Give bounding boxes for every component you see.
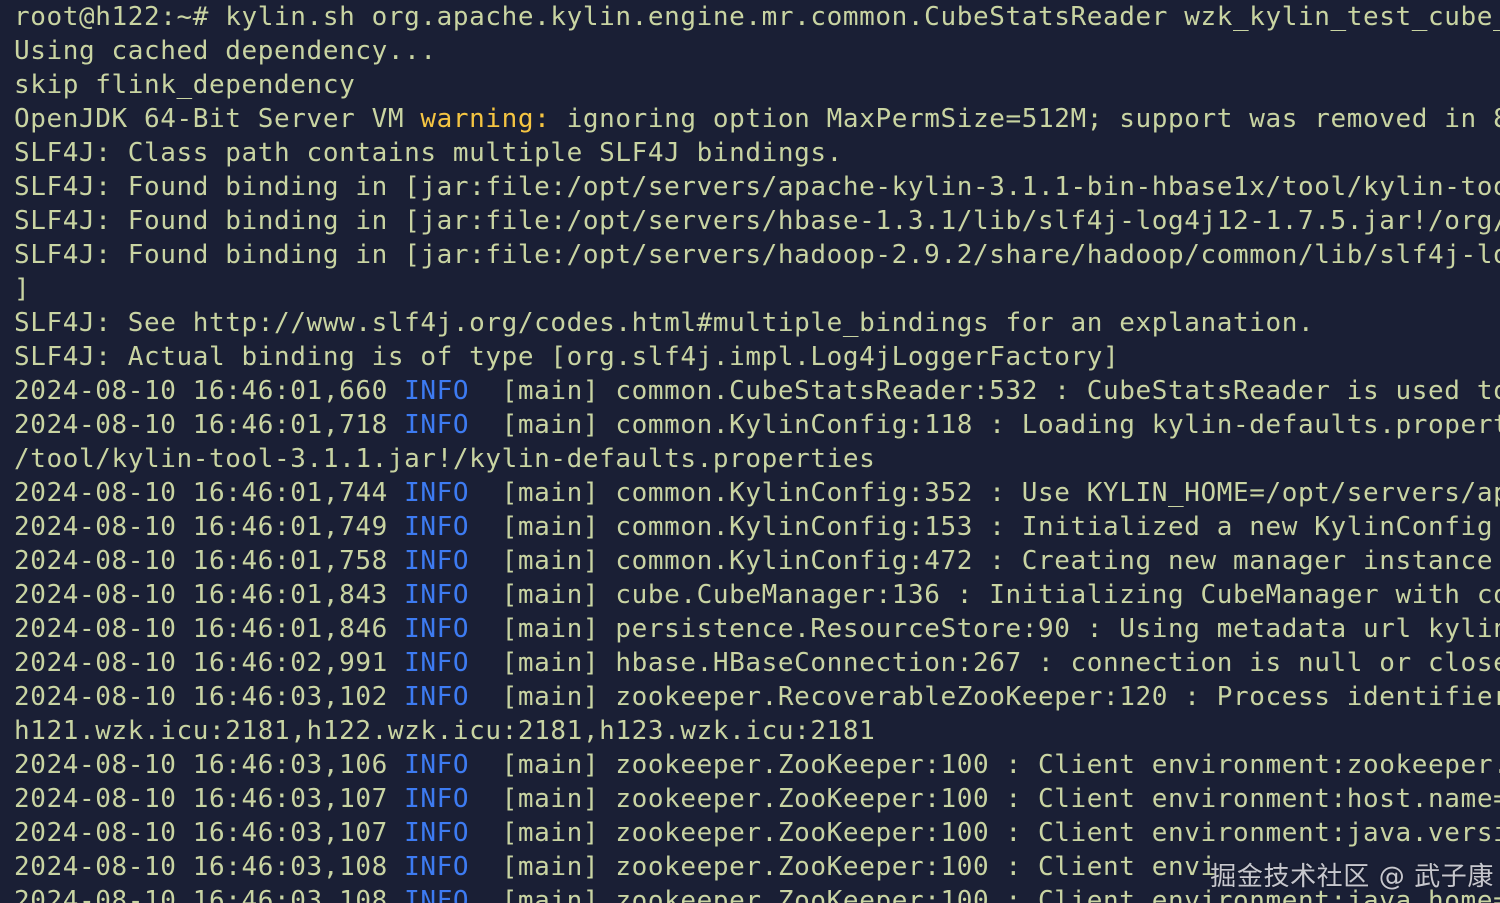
terminal-line: 2024-08-10 16:46:01,718 INFO [main] comm…: [14, 408, 1500, 442]
terminal-line: SLF4J: Actual binding is of type [org.sl…: [14, 340, 1119, 374]
terminal-line: 2024-08-10 16:46:01,843 INFO [main] cube…: [14, 578, 1500, 612]
terminal-text: 2024-08-10 16:46:01,749: [14, 512, 405, 542]
log-level-info: INFO: [404, 546, 470, 576]
terminal-text: skip flink_dependency: [14, 70, 356, 100]
terminal-text: 2024-08-10 16:46:03,108: [14, 886, 405, 903]
terminal-text: h121.wzk.icu:2181,h122.wzk.icu:2181,h123…: [14, 716, 876, 746]
terminal-text: 2024-08-10 16:46:03,102: [14, 682, 405, 712]
terminal-text: [main] hbase.HBaseConnection:267 : conne…: [469, 648, 1500, 678]
log-level-info: INFO: [404, 512, 470, 542]
terminal-line: 2024-08-10 16:46:03,102 INFO [main] zook…: [14, 680, 1500, 714]
terminal-text: 2024-08-10 16:46:02,991: [14, 648, 405, 678]
terminal-line: 2024-08-10 16:46:02,991 INFO [main] hbas…: [14, 646, 1500, 680]
terminal-text: 2024-08-10 16:46:03,108: [14, 852, 405, 882]
terminal-text: OpenJDK 64-Bit Server VM: [14, 104, 421, 134]
terminal-text: 2024-08-10 16:46:01,758: [14, 546, 405, 576]
terminal-text: SLF4J: See http://www.slf4j.org/codes.ht…: [14, 308, 1315, 338]
log-level-info: INFO: [404, 614, 470, 644]
log-level-info: INFO: [404, 886, 470, 903]
terminal-text: 2024-08-10 16:46:03,107: [14, 818, 405, 848]
log-level-info: INFO: [404, 376, 470, 406]
terminal-text: SLF4J: Class path contains multiple SLF4…: [14, 138, 843, 168]
terminal-text: [main] common.KylinConfig:352 : Use KYLI…: [469, 478, 1500, 508]
terminal-text: SLF4J: Found binding in [jar:file:/opt/s…: [14, 240, 1500, 270]
terminal-text: [main] common.KylinConfig:472 : Creating…: [469, 546, 1494, 576]
terminal-line: SLF4J: Found binding in [jar:file:/opt/s…: [14, 238, 1500, 272]
terminal-line: 2024-08-10 16:46:03,106 INFO [main] zook…: [14, 748, 1500, 782]
terminal-text: Using cached dependency...: [14, 36, 437, 66]
terminal-text: 2024-08-10 16:46:01,718: [14, 410, 405, 440]
terminal-text: SLF4J: Found binding in [jar:file:/opt/s…: [14, 206, 1500, 236]
terminal-text: [main] zookeeper.ZooKeeper:100 : Client …: [469, 784, 1500, 814]
terminal-text: [main] zookeeper.ZooKeeper:100 : Client …: [469, 818, 1500, 848]
terminal-text: [main] zookeeper.ZooKeeper:100 : Client …: [469, 852, 1217, 882]
terminal-text: 2024-08-10 16:46:01,843: [14, 580, 405, 610]
log-level-info: INFO: [404, 580, 470, 610]
terminal-line: 2024-08-10 16:46:03,108 INFO [main] zook…: [14, 850, 1217, 884]
terminal-line: 2024-08-10 16:46:01,660 INFO [main] comm…: [14, 374, 1500, 408]
terminal-line: SLF4J: See http://www.slf4j.org/codes.ht…: [14, 306, 1314, 340]
terminal-text: ]: [14, 274, 31, 304]
terminal-text: [main] persistence.ResourceStore:90 : Us…: [469, 614, 1500, 644]
terminal-line: SLF4J: Found binding in [jar:file:/opt/s…: [14, 204, 1500, 238]
terminal-text: [main] common.CubeStatsReader:532 : Cube…: [469, 376, 1500, 406]
log-level-info: INFO: [404, 784, 470, 814]
terminal-text: 2024-08-10 16:46:01,660: [14, 376, 405, 406]
terminal-text: [main] common.KylinConfig:153 : Initiali…: [469, 512, 1494, 542]
watermark: 掘金技术社区 @ 武子康: [1210, 862, 1494, 892]
log-level-info: INFO: [404, 818, 470, 848]
terminal-text: [main] zookeeper.RecoverableZooKeeper:12…: [469, 682, 1500, 712]
terminal-text: /tool/kylin-tool-3.1.1.jar!/kylin-defaul…: [14, 444, 876, 474]
log-level-info: INFO: [404, 410, 470, 440]
terminal-text: [main] cube.CubeManager:136 : Initializi…: [469, 580, 1500, 610]
terminal-text: [main] zookeeper.ZooKeeper:100 : Client …: [469, 750, 1500, 780]
log-level-info: INFO: [404, 682, 470, 712]
log-level-info: INFO: [404, 648, 470, 678]
log-level-info: INFO: [404, 478, 470, 508]
terminal-text: 2024-08-10 16:46:03,107: [14, 784, 405, 814]
log-level-info: INFO: [404, 852, 470, 882]
terminal-text: [main] common.KylinConfig:118 : Loading …: [469, 410, 1500, 440]
terminal-text: SLF4J: Actual binding is of type [org.sl…: [14, 342, 1120, 372]
terminal-line: /tool/kylin-tool-3.1.1.jar!/kylin-defaul…: [14, 442, 875, 476]
terminal-line: 2024-08-10 16:46:03,107 INFO [main] zook…: [14, 816, 1500, 850]
terminal-text: SLF4J: Found binding in [jar:file:/opt/s…: [14, 172, 1500, 202]
terminal-line: OpenJDK 64-Bit Server VM warning: ignori…: [14, 102, 1500, 136]
terminal-line: h121.wzk.icu:2181,h122.wzk.icu:2181,h123…: [14, 714, 875, 748]
log-level-info: INFO: [404, 750, 470, 780]
terminal-line: ]: [14, 272, 30, 306]
terminal-line: skip flink_dependency: [14, 68, 355, 102]
terminal-line: SLF4J: Class path contains multiple SLF4…: [14, 136, 843, 170]
terminal-text: root@h122:~# kylin.sh org.apache.kylin.e…: [14, 2, 1500, 32]
terminal-line: 2024-08-10 16:46:01,744 INFO [main] comm…: [14, 476, 1500, 510]
terminal-line: root@h122:~# kylin.sh org.apache.kylin.e…: [14, 0, 1500, 34]
terminal-text: 2024-08-10 16:46:01,744: [14, 478, 405, 508]
terminal-line: SLF4J: Found binding in [jar:file:/opt/s…: [14, 170, 1500, 204]
terminal-line: 2024-08-10 16:46:01,749 INFO [main] comm…: [14, 510, 1493, 544]
terminal-text: ignoring option MaxPermSize=512M; suppor…: [550, 104, 1500, 134]
terminal-line: Using cached dependency...: [14, 34, 437, 68]
terminal-window[interactable]: root@h122:~# kylin.sh org.apache.kylin.e…: [0, 0, 1500, 903]
terminal-line: 2024-08-10 16:46:01,846 INFO [main] pers…: [14, 612, 1500, 646]
terminal-line: 2024-08-10 16:46:01,758 INFO [main] comm…: [14, 544, 1493, 578]
terminal-line: 2024-08-10 16:46:03,107 INFO [main] zook…: [14, 782, 1500, 816]
warning-label: warning:: [420, 104, 551, 134]
terminal-text: 2024-08-10 16:46:01,846: [14, 614, 405, 644]
terminal-text: 2024-08-10 16:46:03,106: [14, 750, 405, 780]
